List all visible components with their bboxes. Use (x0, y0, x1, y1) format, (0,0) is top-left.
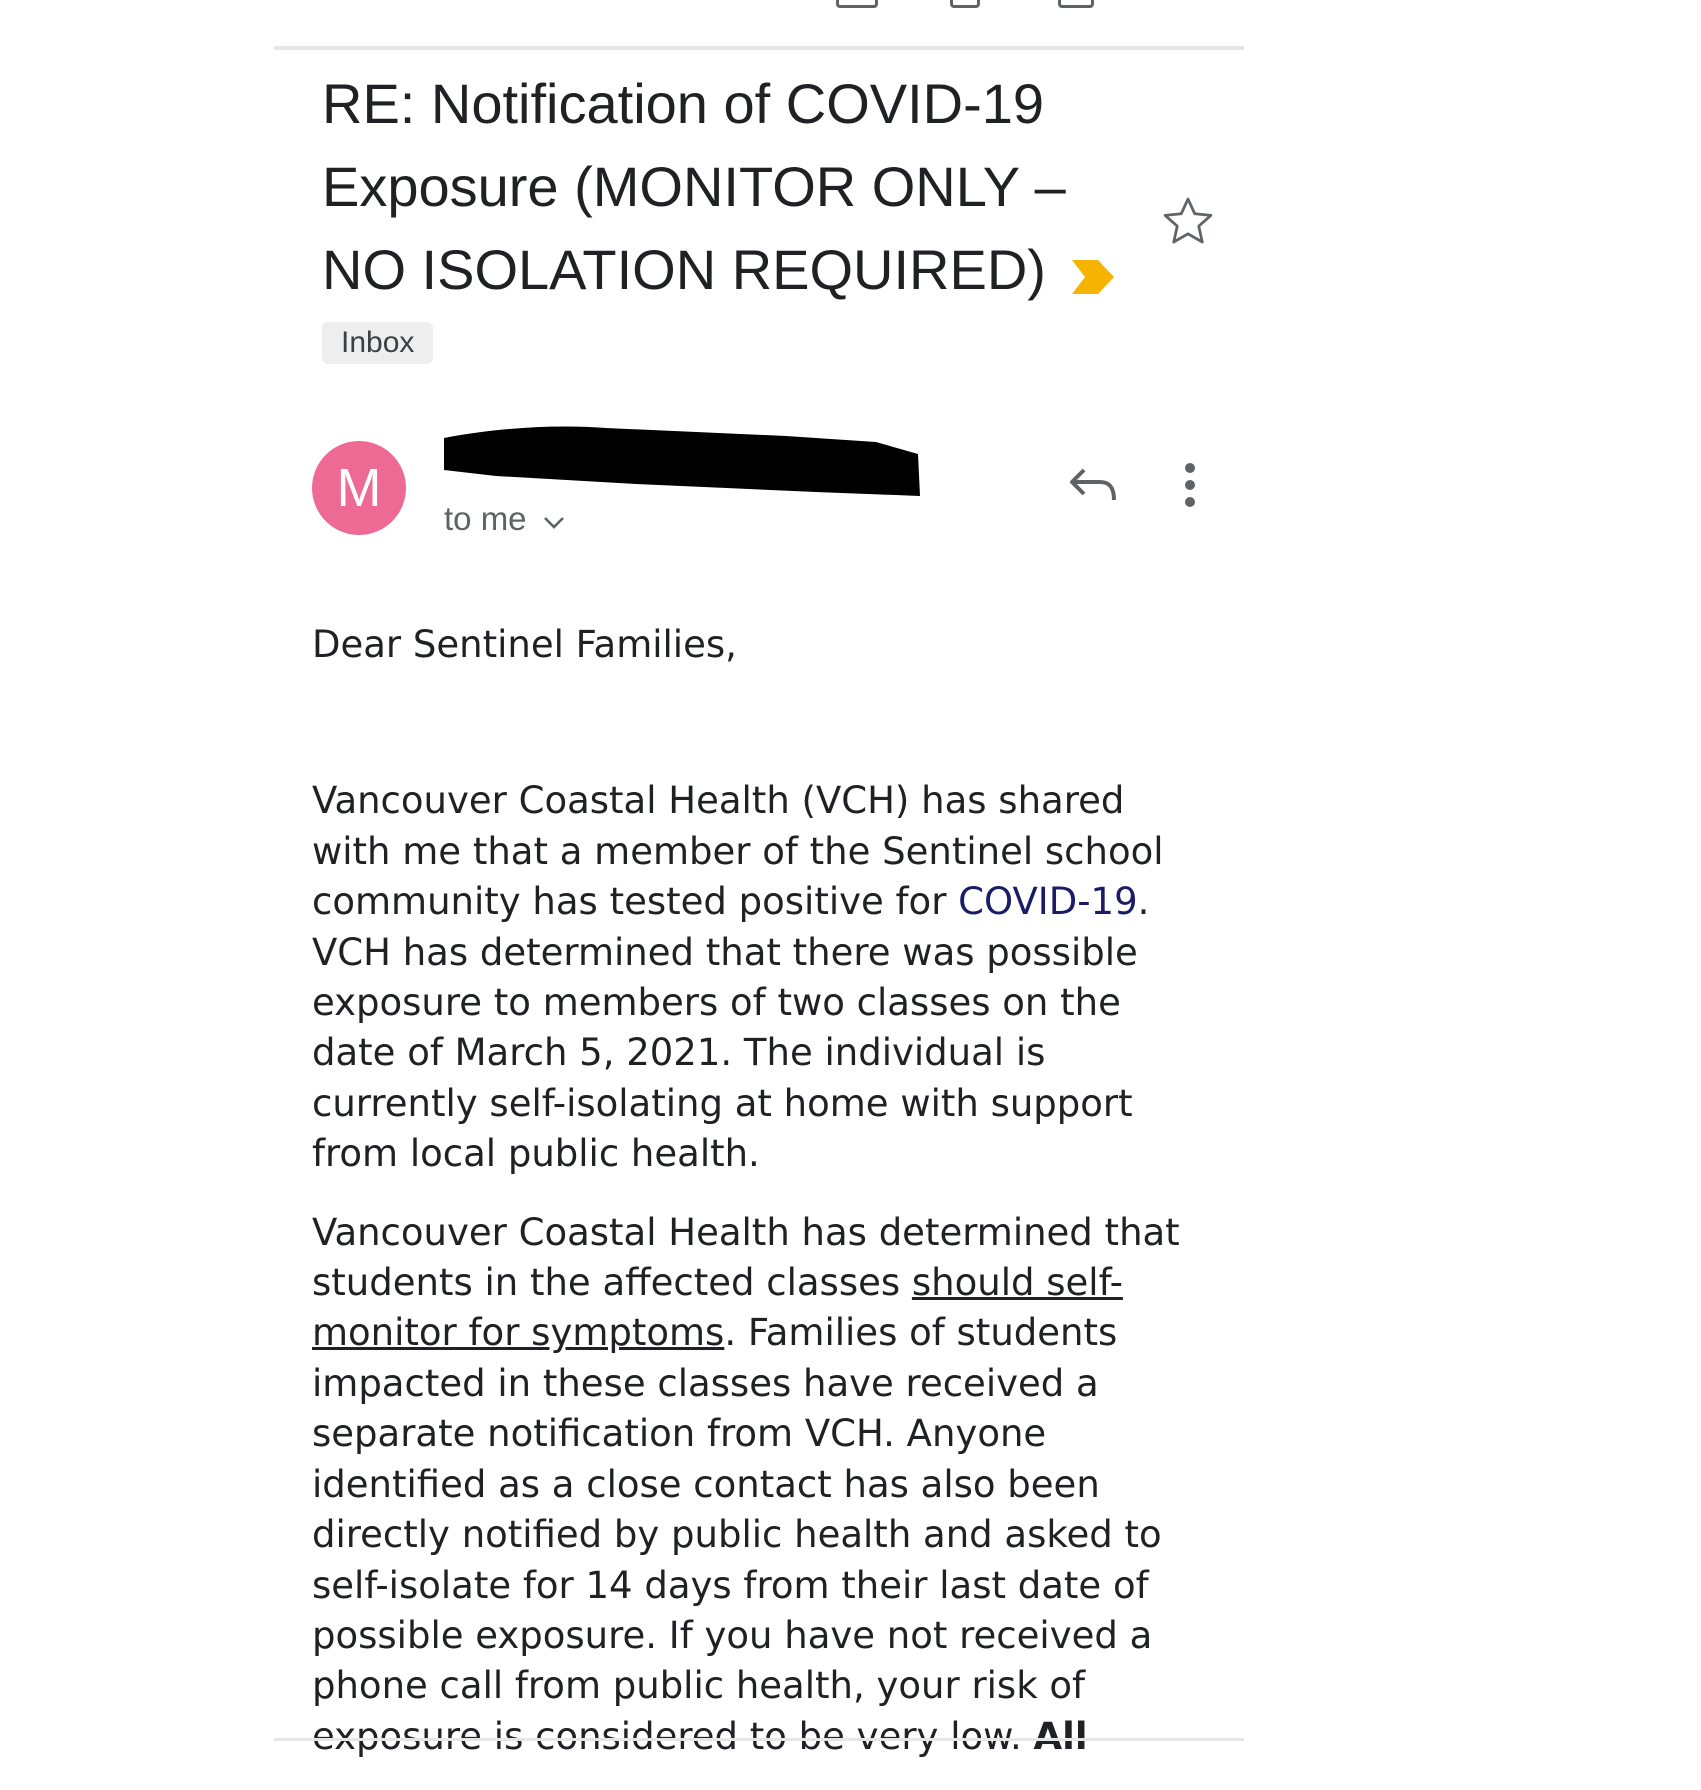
bottom-divider (274, 1738, 1244, 1741)
recipient-details[interactable]: to me (444, 500, 565, 538)
delete-icon[interactable] (950, 0, 980, 8)
avatar[interactable]: M (312, 441, 406, 535)
reply-icon[interactable] (1068, 466, 1118, 511)
header-divider (274, 46, 1244, 50)
sender-name-redacted (436, 420, 922, 507)
paragraph-1-text-b: . VCH has determined that there was poss… (312, 880, 1150, 1176)
greeting: Dear Sentinel Families, (312, 623, 737, 666)
more-vert-icon[interactable] (1180, 462, 1200, 513)
body-paragraph-2: Vancouver Coastal Health has determined … (312, 1208, 1212, 1762)
email-subject: RE: Notification of COVID-19 Exposure (M… (322, 62, 1114, 316)
chevron-down-icon (543, 500, 565, 538)
paragraph-2-text-b: . Families of students impacted in these… (312, 1311, 1162, 1758)
importance-marker-icon[interactable] (1071, 233, 1114, 316)
email-view: RE: Notification of COVID-19 Exposure (M… (0, 0, 1701, 1758)
subject-line-3-text: NO ISOLATION REQUIRED) (322, 238, 1046, 301)
star-icon[interactable] (1160, 193, 1216, 249)
paragraph-2-bold-text: All (1033, 1714, 1088, 1758)
subject-line-2: Exposure (MONITOR ONLY – (322, 155, 1066, 218)
archive-icon[interactable] (836, 0, 878, 8)
subject-line-3: NO ISOLATION REQUIRED) (322, 228, 1114, 316)
covid-link[interactable]: COVID-19 (958, 880, 1137, 923)
email-body: Dear Sentinel Families, Vancouver Coasta… (312, 620, 1212, 1790)
subject-line-1: RE: Notification of COVID-19 (322, 72, 1045, 135)
inbox-label-chip[interactable]: Inbox (322, 322, 434, 364)
recipient-text: to me (444, 500, 527, 537)
mail-icon[interactable] (1058, 0, 1094, 8)
body-paragraph-1: Vancouver Coastal Health (VCH) has share… (312, 776, 1212, 1179)
